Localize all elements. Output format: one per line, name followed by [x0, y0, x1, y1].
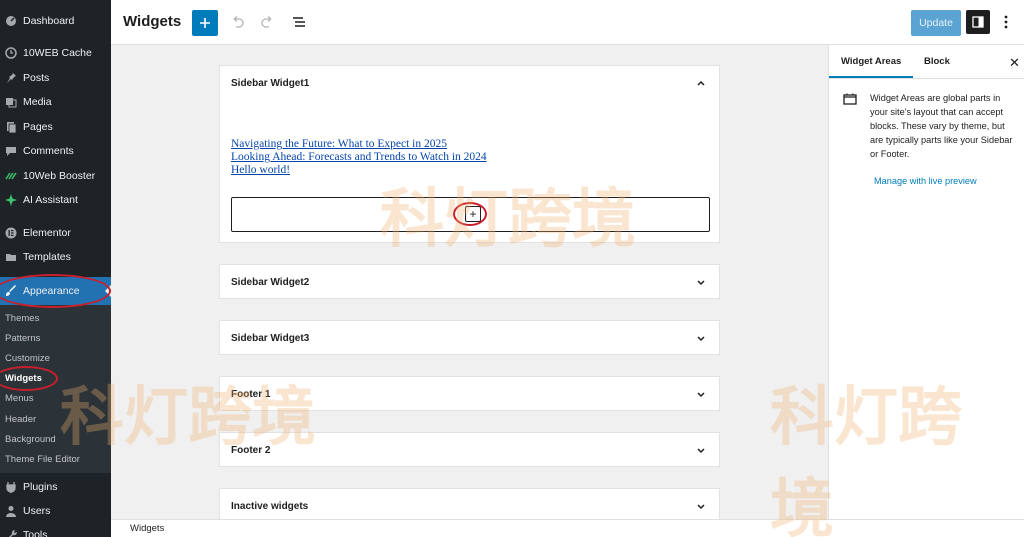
sidebar-item-label: Tools [23, 529, 48, 537]
widget-area-title: Footer 2 [231, 445, 271, 456]
tab-divider [829, 78, 1024, 79]
list-view-icon [293, 17, 305, 27]
sidebar-item-label: Elementor [23, 227, 71, 239]
sidebar-item-label: Plugins [23, 481, 58, 493]
redo-icon [261, 16, 272, 28]
widget-area-inactive[interactable]: Inactive widgets [219, 488, 720, 519]
chevron-down-icon[interactable] [696, 278, 706, 288]
sparkle-icon [5, 194, 17, 206]
tab-widget-areas[interactable]: Widget Areas [841, 45, 901, 78]
sidebar-item-label: Dashboard [23, 15, 75, 27]
add-block-button[interactable] [192, 10, 218, 36]
widget-area-footer-1[interactable]: Footer 1 [219, 376, 720, 411]
widget-area-sidebar-3[interactable]: Sidebar Widget3 [219, 320, 720, 355]
sidebar-item-elementor[interactable]: Elementor [0, 221, 111, 245]
booster-icon [5, 172, 17, 180]
widget-area-sidebar-1[interactable]: Sidebar Widget1 Navigating the Future: W… [219, 65, 720, 243]
undo-button[interactable] [227, 12, 247, 32]
submenu-patterns[interactable]: Patterns [0, 328, 111, 348]
page-title: Widgets [123, 13, 182, 30]
widget-area-sidebar-2[interactable]: Sidebar Widget2 [219, 264, 720, 299]
undo-icon [233, 16, 244, 28]
pin-icon [7, 73, 16, 83]
sidebar-item-tools[interactable]: Tools [0, 523, 111, 537]
panel-description: Widget Areas are global parts in your si… [870, 93, 1013, 159]
sidebar-item-pages[interactable]: Pages [0, 115, 111, 139]
chevron-up-icon[interactable] [696, 78, 706, 88]
folder-icon [6, 254, 16, 261]
sidebar-item-label: Users [23, 505, 51, 517]
sidebar-item-templates[interactable]: Templates [0, 245, 111, 269]
sidebar-item-media[interactable]: Media [0, 90, 111, 114]
pages-icon [7, 122, 17, 133]
post-link[interactable]: Navigating the Future: What to Expect in… [231, 138, 447, 150]
sidebar-item-users[interactable]: Users [0, 499, 111, 523]
more-vertical-icon [1004, 15, 1008, 29]
submenu-menus[interactable]: Menus [0, 388, 111, 408]
list-view-button[interactable] [289, 12, 309, 32]
widget-area-title: Sidebar Widget3 [231, 333, 310, 344]
sidebar-item-10web-cache[interactable]: 10WEB Cache [0, 41, 111, 65]
redo-button[interactable] [258, 12, 278, 32]
editor-header: Widgets Update [111, 0, 1024, 45]
chevron-down-icon[interactable] [696, 334, 706, 344]
sidebar-item-label: Comments [23, 145, 74, 157]
tab-label: Block [924, 56, 950, 67]
widget-area-title: Sidebar Widget1 [231, 78, 310, 89]
media-icon [6, 98, 17, 108]
wrench-icon [9, 529, 17, 537]
widget-area-title: Inactive widgets [231, 501, 309, 512]
widget-area-footer-2[interactable]: Footer 2 [219, 432, 720, 467]
sidebar-panel-icon [972, 16, 984, 28]
cache-icon [5, 47, 17, 59]
sidebar-item-dashboard[interactable]: Dashboard [0, 9, 111, 33]
submenu-header[interactable]: Header [0, 409, 111, 429]
submenu-theme-file-editor[interactable]: Theme File Editor [0, 449, 111, 469]
comment-icon [6, 147, 16, 156]
submenu-background[interactable]: Background [0, 429, 111, 449]
widget-canvas: Sidebar Widget1 Navigating the Future: W… [111, 45, 828, 519]
sidebar-item-posts[interactable]: Posts [0, 66, 111, 90]
settings-toggle-button[interactable] [966, 10, 990, 34]
elementor-icon [5, 227, 17, 239]
sidebar-item-label: AI Assistant [23, 194, 78, 206]
submenu-customize[interactable]: Customize [0, 348, 111, 368]
tab-label: Widget Areas [841, 56, 902, 67]
sidebar-item-label: Templates [23, 251, 71, 263]
chevron-down-icon[interactable] [696, 502, 706, 512]
close-icon[interactable]: ✕ [1009, 55, 1020, 71]
editor-footer: Widgets [111, 519, 1024, 537]
breadcrumb[interactable]: Widgets [130, 523, 164, 534]
sidebar-item-label: Media [23, 96, 52, 108]
dashboard-icon [6, 16, 16, 26]
sidebar-item-label: 10Web Booster [23, 170, 96, 182]
sidebar-item-comments[interactable]: Comments [0, 139, 111, 163]
sidebar-item-label: Pages [23, 121, 53, 133]
widget-area-title: Footer 1 [231, 389, 271, 400]
chevron-down-icon[interactable] [696, 446, 706, 456]
post-link[interactable]: Looking Ahead: Forecasts and Trends to W… [231, 151, 487, 163]
plus-icon [200, 18, 210, 28]
user-icon [6, 506, 16, 517]
widget-area-icon [843, 93, 857, 105]
more-options-button[interactable] [999, 12, 1013, 32]
chevron-down-icon[interactable] [696, 390, 706, 400]
settings-panel: Widget Areas Block ✕ Widget Areas are gl… [828, 45, 1024, 519]
tab-block[interactable]: Block [924, 45, 950, 78]
sidebar-item-plugins[interactable]: Plugins [0, 475, 111, 499]
manage-live-preview-link[interactable]: Manage with live preview [874, 176, 977, 186]
submenu-themes[interactable]: Themes [0, 308, 111, 328]
post-link[interactable]: Hello world! [231, 164, 290, 176]
sidebar-item-label: Posts [23, 72, 50, 84]
annotation-circle-plus [453, 202, 487, 226]
update-button[interactable]: Update [911, 10, 961, 36]
admin-sidebar: Dashboard 10WEB Cache Posts Media Pages … [0, 0, 111, 537]
plugin-icon [6, 482, 16, 493]
widget-area-title: Sidebar Widget2 [231, 277, 310, 288]
sidebar-item-10web-booster[interactable]: 10Web Booster [0, 164, 111, 188]
sidebar-item-ai-assistant[interactable]: AI Assistant [0, 188, 111, 212]
sidebar-item-label: 10WEB Cache [23, 47, 92, 59]
